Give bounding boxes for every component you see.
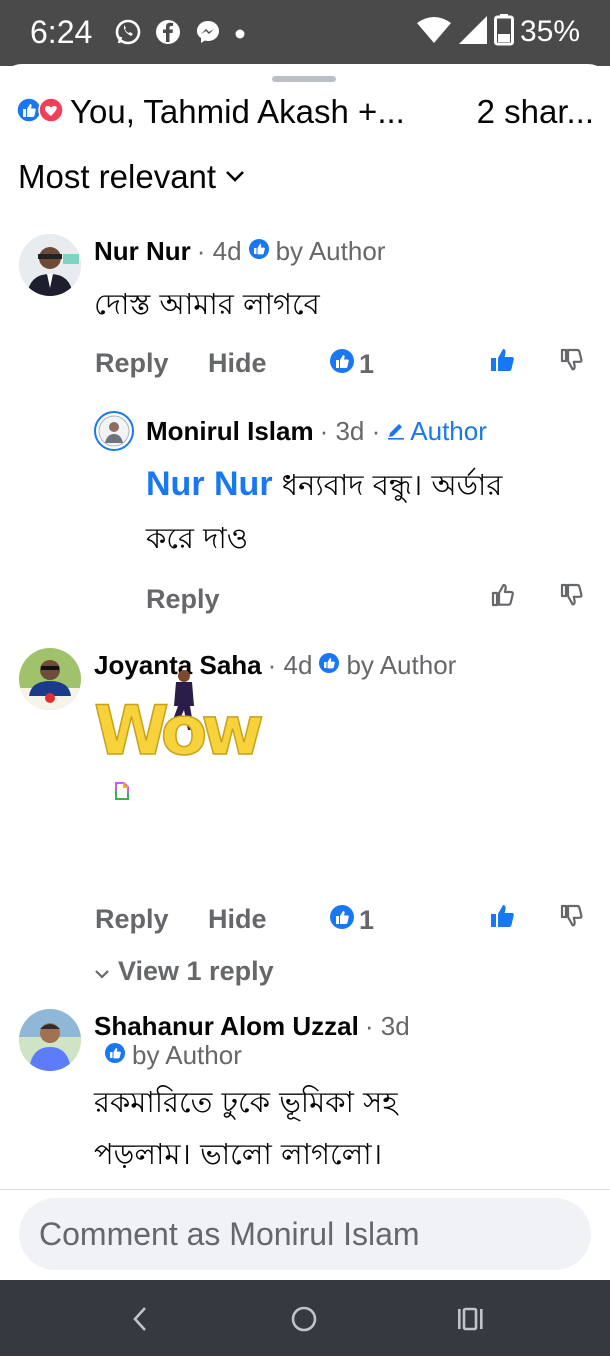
thumbs-up-filled-icon[interactable] xyxy=(488,901,518,931)
status-time: 6:24 xyxy=(30,14,93,50)
like-count-icon xyxy=(329,348,355,381)
dot-icon xyxy=(234,25,246,44)
reaction-icons xyxy=(16,97,64,127)
author-reaction-badge: by Author xyxy=(104,1040,242,1071)
comment-text-line1: রকমারিতে ঢুকে ভূমিকা সহ xyxy=(94,1085,398,1119)
back-icon[interactable] xyxy=(122,1302,158,1336)
thumbs-down-icon[interactable] xyxy=(557,345,587,375)
reactions-text[interactable]: You, Tahmid Akash +... xyxy=(70,93,440,131)
like-count-value: 1 xyxy=(359,905,375,935)
wifi-icon xyxy=(416,15,452,49)
badge-label: by Author xyxy=(346,650,457,680)
like-badge-icon xyxy=(318,650,340,681)
battery-icon xyxy=(493,14,514,50)
signal-icon xyxy=(458,15,488,49)
pencil-icon xyxy=(386,416,406,447)
mention-link[interactable]: Nur Nur xyxy=(146,465,273,503)
messenger-icon xyxy=(194,18,222,50)
comment-time: · 3d · xyxy=(319,416,381,446)
drag-handle[interactable] xyxy=(272,76,336,82)
navigation-bar xyxy=(0,1280,610,1356)
hide-button[interactable]: Hide xyxy=(208,348,267,379)
reply-button[interactable]: Reply xyxy=(146,584,220,615)
view-replies-button[interactable]: View 1 reply xyxy=(94,956,274,987)
chevron-down-icon xyxy=(94,956,110,987)
reply-text-line2: করে দাও xyxy=(146,521,249,555)
comment-input[interactable]: Comment as Monirul Islam xyxy=(19,1198,591,1270)
reply-button[interactable]: Reply xyxy=(95,348,169,379)
battery-percent: 35% xyxy=(519,15,580,48)
reply-header: Monirul Islam · 3d · Author xyxy=(146,416,487,447)
facebook-icon xyxy=(154,18,182,50)
reply-button[interactable]: Reply xyxy=(95,904,169,935)
badge: by Author xyxy=(104,1040,242,1071)
author-badge: Author xyxy=(386,416,487,447)
like-count-icon xyxy=(329,904,355,937)
thumbs-down-icon[interactable] xyxy=(557,580,587,610)
like-count[interactable]: 1 xyxy=(329,904,374,937)
love-reaction-icon xyxy=(38,97,64,127)
home-icon[interactable] xyxy=(286,1302,322,1336)
reply-text: Nur Nur ধন্যবাদ বন্ধু। অর্ডার xyxy=(146,460,606,509)
comment-time: · 4d xyxy=(196,236,242,266)
sort-label: Most relevant xyxy=(18,158,217,195)
composer-border xyxy=(0,1189,610,1190)
system-icons: 35% xyxy=(416,14,580,50)
avatar[interactable] xyxy=(19,234,81,296)
badge-label: by Author xyxy=(132,1040,242,1070)
view-replies-label: View 1 reply xyxy=(118,956,274,986)
author-badge-label: Author xyxy=(410,416,487,446)
thumbs-up-icon[interactable] xyxy=(488,580,518,610)
status-bar: 6:24 35% xyxy=(0,0,610,66)
author-name[interactable]: Shahanur Alom Uzzal xyxy=(94,1011,359,1042)
reply-text-line1: ধন্যবাদ বন্ধু। অর্ডার xyxy=(272,468,503,502)
comment-text-line2: পড়লাম। ভালো লাগলো। xyxy=(94,1137,383,1171)
chevron-down-icon xyxy=(224,168,246,187)
reactions-summary[interactable]: You, Tahmid Akash +... 2 shar... xyxy=(16,92,594,132)
avatar[interactable] xyxy=(94,411,134,451)
comment-header: Shahanur Alom Uzzal · 3d xyxy=(94,1011,410,1042)
comment-input-placeholder: Comment as Monirul Islam xyxy=(39,1215,420,1252)
thumbs-up-filled-icon[interactable] xyxy=(488,345,518,375)
like-count[interactable]: 1 xyxy=(329,348,374,381)
avatar[interactable] xyxy=(19,648,81,710)
comment-text: দোস্ত আমার লাগবে xyxy=(94,287,320,321)
comment-header: Nur Nur · 4d by Author xyxy=(94,236,385,267)
wow-sticker[interactable]: Wow xyxy=(93,662,286,772)
like-badge-icon xyxy=(248,236,270,267)
like-badge-icon xyxy=(104,1040,126,1071)
thumbs-down-icon[interactable] xyxy=(557,901,587,931)
recent-apps-icon[interactable] xyxy=(452,1302,488,1336)
author-name[interactable]: Monirul Islam xyxy=(146,416,314,447)
author-reaction-badge: by Author xyxy=(318,650,456,681)
sort-dropdown[interactable]: Most relevant xyxy=(18,158,246,196)
comment-time: · 3d xyxy=(364,1011,410,1041)
author-reaction-badge: by Author xyxy=(248,236,386,267)
hide-button[interactable]: Hide xyxy=(208,904,267,935)
author-name[interactable]: Nur Nur xyxy=(94,236,191,267)
whatsapp-icon xyxy=(114,18,142,50)
badge-label: by Author xyxy=(275,236,386,266)
like-count-value: 1 xyxy=(359,349,375,379)
sticker-tag-icon xyxy=(114,781,130,805)
sticker-text: Wow xyxy=(94,692,262,762)
avatar[interactable] xyxy=(19,1009,81,1071)
notification-icons xyxy=(114,18,246,50)
shares-count[interactable]: 2 shar... xyxy=(477,93,594,131)
